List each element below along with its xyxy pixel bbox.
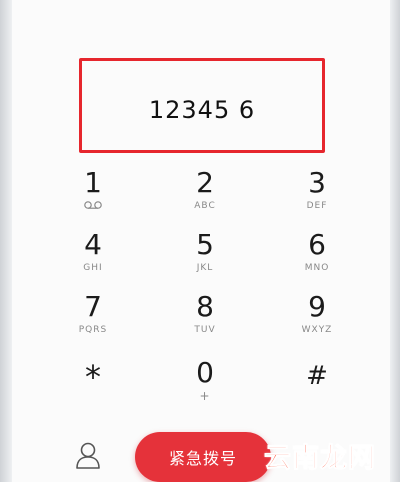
key-4[interactable]: 4 GHI — [58, 230, 128, 274]
key-digit: 9 — [308, 290, 326, 323]
emergency-call-button[interactable]: 紧急拨号 — [135, 432, 271, 482]
key-letters: MNO — [304, 263, 330, 273]
watermark-logo: 云南龙网 — [264, 443, 376, 475]
key-6[interactable]: 6 MNO — [282, 230, 352, 274]
key-0[interactable]: 0 + — [170, 356, 240, 403]
key-letters: JKL — [196, 263, 214, 273]
key-digit: 7 — [84, 290, 102, 323]
screen-frame-right — [390, 0, 400, 482]
number-display-highlight: 12345 6 — [79, 58, 325, 153]
voicemail-icon — [58, 200, 128, 210]
contacts-icon[interactable] — [74, 440, 102, 475]
key-digit: 1 — [84, 166, 102, 199]
screen-frame-left — [0, 0, 12, 482]
key-5[interactable]: 5 JKL — [170, 230, 240, 274]
key-letters: TUV — [194, 325, 216, 335]
key-digit: # — [306, 361, 328, 391]
key-letters: DEF — [306, 201, 328, 211]
key-digit: 5 — [196, 228, 214, 261]
dialed-number: 12345 6 — [148, 95, 256, 124]
key-digit: 3 — [308, 166, 326, 199]
key-digit: 6 — [308, 228, 326, 261]
key-9[interactable]: 9 WXYZ — [282, 292, 352, 336]
key-digit: * — [85, 358, 101, 396]
key-3[interactable]: 3 DEF — [282, 168, 352, 212]
key-letters: ABC — [194, 201, 216, 211]
key-digit: 8 — [196, 290, 214, 323]
key-digit: 4 — [84, 228, 102, 261]
key-digit: 2 — [196, 166, 214, 199]
emergency-call-label: 紧急拨号 — [168, 449, 237, 468]
key-letters: GHI — [83, 263, 103, 273]
key-letters: WXYZ — [301, 325, 333, 335]
key-letters: PQRS — [78, 325, 108, 335]
key-7[interactable]: 7 PQRS — [58, 292, 128, 336]
key-letters: + — [199, 389, 211, 403]
key-star[interactable]: * — [58, 358, 128, 396]
key-hash[interactable]: # — [282, 358, 352, 394]
key-8[interactable]: 8 TUV — [170, 292, 240, 336]
key-1[interactable]: 1 — [58, 168, 128, 210]
key-digit: 0 — [196, 356, 214, 389]
key-2[interactable]: 2 ABC — [170, 168, 240, 212]
